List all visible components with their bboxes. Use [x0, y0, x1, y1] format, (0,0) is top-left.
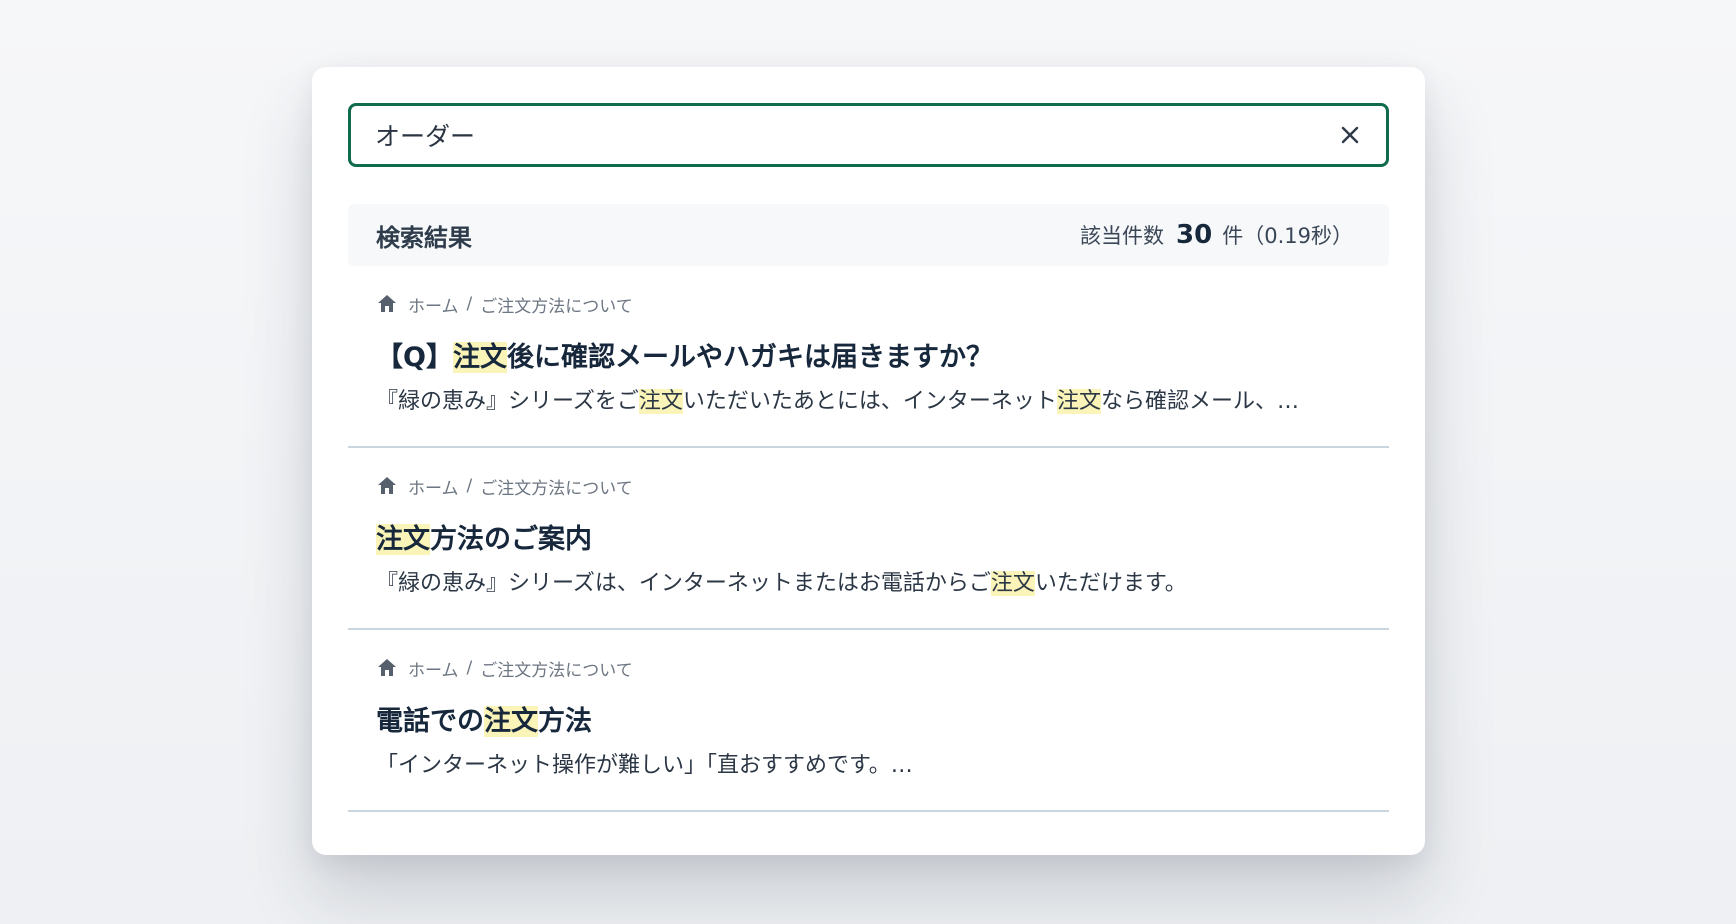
- home-icon: [376, 475, 398, 497]
- result-title-link[interactable]: 【Q】注文後に確認メールやハガキは届きますか？: [376, 340, 1361, 376]
- title-text: 電話での: [376, 706, 484, 737]
- close-icon: [1341, 126, 1359, 144]
- title-highlight: 注文: [452, 342, 507, 373]
- breadcrumb-category-link[interactable]: ご注文方法について: [480, 292, 633, 317]
- breadcrumb-home-link[interactable]: ホーム: [408, 292, 459, 317]
- results-count: 該当件数 30 件（0.19秒）: [1080, 220, 1353, 250]
- title-highlight: 注文: [484, 706, 538, 737]
- title-text: 【Q】: [376, 342, 453, 373]
- clear-search-button[interactable]: [1334, 119, 1366, 151]
- title-text: 方法: [538, 706, 592, 737]
- snippet-text: 『緑の恵み』シリーズをご: [376, 389, 639, 414]
- result-item[interactable]: ホーム / ご注文方法について 電話での注文方法 「インターネット操作が難しい」…: [348, 630, 1389, 812]
- breadcrumb-separator: /: [466, 294, 473, 314]
- snippet-text: 『緑の恵み』シリーズは、インターネットまたはお電話からご: [376, 571, 991, 596]
- breadcrumb-category-link[interactable]: ご注文方法について: [480, 656, 633, 681]
- title-text: 方法のご案内: [430, 524, 592, 555]
- result-snippet: 『緑の恵み』シリーズをご注文いただいたあとには、インターネット注文なら確認メール…: [376, 386, 1361, 418]
- results-count-label: 該当件数: [1080, 224, 1165, 248]
- snippet-text: いただけます。: [1034, 571, 1187, 596]
- result-snippet: 「インターネット操作が難しい」「直おすすめです。…: [376, 750, 1361, 782]
- breadcrumb-home-link[interactable]: ホーム: [408, 474, 459, 499]
- result-item[interactable]: ホーム / ご注文方法について 注文方法のご案内 『緑の恵み』シリーズは、インタ…: [348, 448, 1389, 630]
- snippet-highlight: 注文: [990, 571, 1035, 596]
- result-title-link[interactable]: 注文方法のご案内: [376, 522, 1361, 558]
- snippet-text: いただいたあとには、インターネット: [682, 389, 1057, 414]
- results-count-suffix: 件（0.19秒）: [1222, 224, 1353, 248]
- breadcrumb-separator: /: [466, 658, 473, 678]
- snippet-highlight: 注文: [638, 389, 683, 414]
- search-input[interactable]: [375, 115, 1334, 155]
- breadcrumb-category-link[interactable]: ご注文方法について: [480, 474, 633, 499]
- result-title-link[interactable]: 電話での注文方法: [376, 704, 1361, 740]
- home-icon: [376, 293, 398, 315]
- breadcrumb: ホーム / ご注文方法について: [376, 292, 1361, 317]
- breadcrumb-separator: /: [466, 476, 473, 496]
- results-title: 検索結果: [376, 223, 472, 252]
- search-box[interactable]: [348, 103, 1389, 167]
- breadcrumb: ホーム / ご注文方法について: [376, 474, 1361, 499]
- breadcrumb: ホーム / ご注文方法について: [376, 656, 1361, 681]
- snippet-text: なら確認メール、…: [1100, 389, 1299, 414]
- results-header: 検索結果 該当件数 30 件（0.19秒）: [348, 204, 1389, 266]
- results-count-number: 30: [1176, 220, 1213, 250]
- title-text: 後に確認メールやハガキは届きますか？: [506, 342, 993, 373]
- breadcrumb-home-link[interactable]: ホーム: [408, 656, 459, 681]
- snippet-highlight: 注文: [1056, 389, 1101, 414]
- search-panel: 検索結果 該当件数 30 件（0.19秒） ホーム / ご注文方法について 【Q…: [312, 67, 1425, 855]
- result-snippet: 『緑の恵み』シリーズは、インターネットまたはお電話からご注文いただけます。: [376, 568, 1361, 600]
- home-icon: [376, 657, 398, 679]
- title-highlight: 注文: [376, 524, 430, 555]
- snippet-text: 「インターネット操作が難しい」「直おすすめです。…: [376, 753, 913, 778]
- result-list: ホーム / ご注文方法について 【Q】注文後に確認メールやハガキは届きますか？ …: [348, 266, 1389, 812]
- result-item[interactable]: ホーム / ご注文方法について 【Q】注文後に確認メールやハガキは届きますか？ …: [348, 266, 1389, 448]
